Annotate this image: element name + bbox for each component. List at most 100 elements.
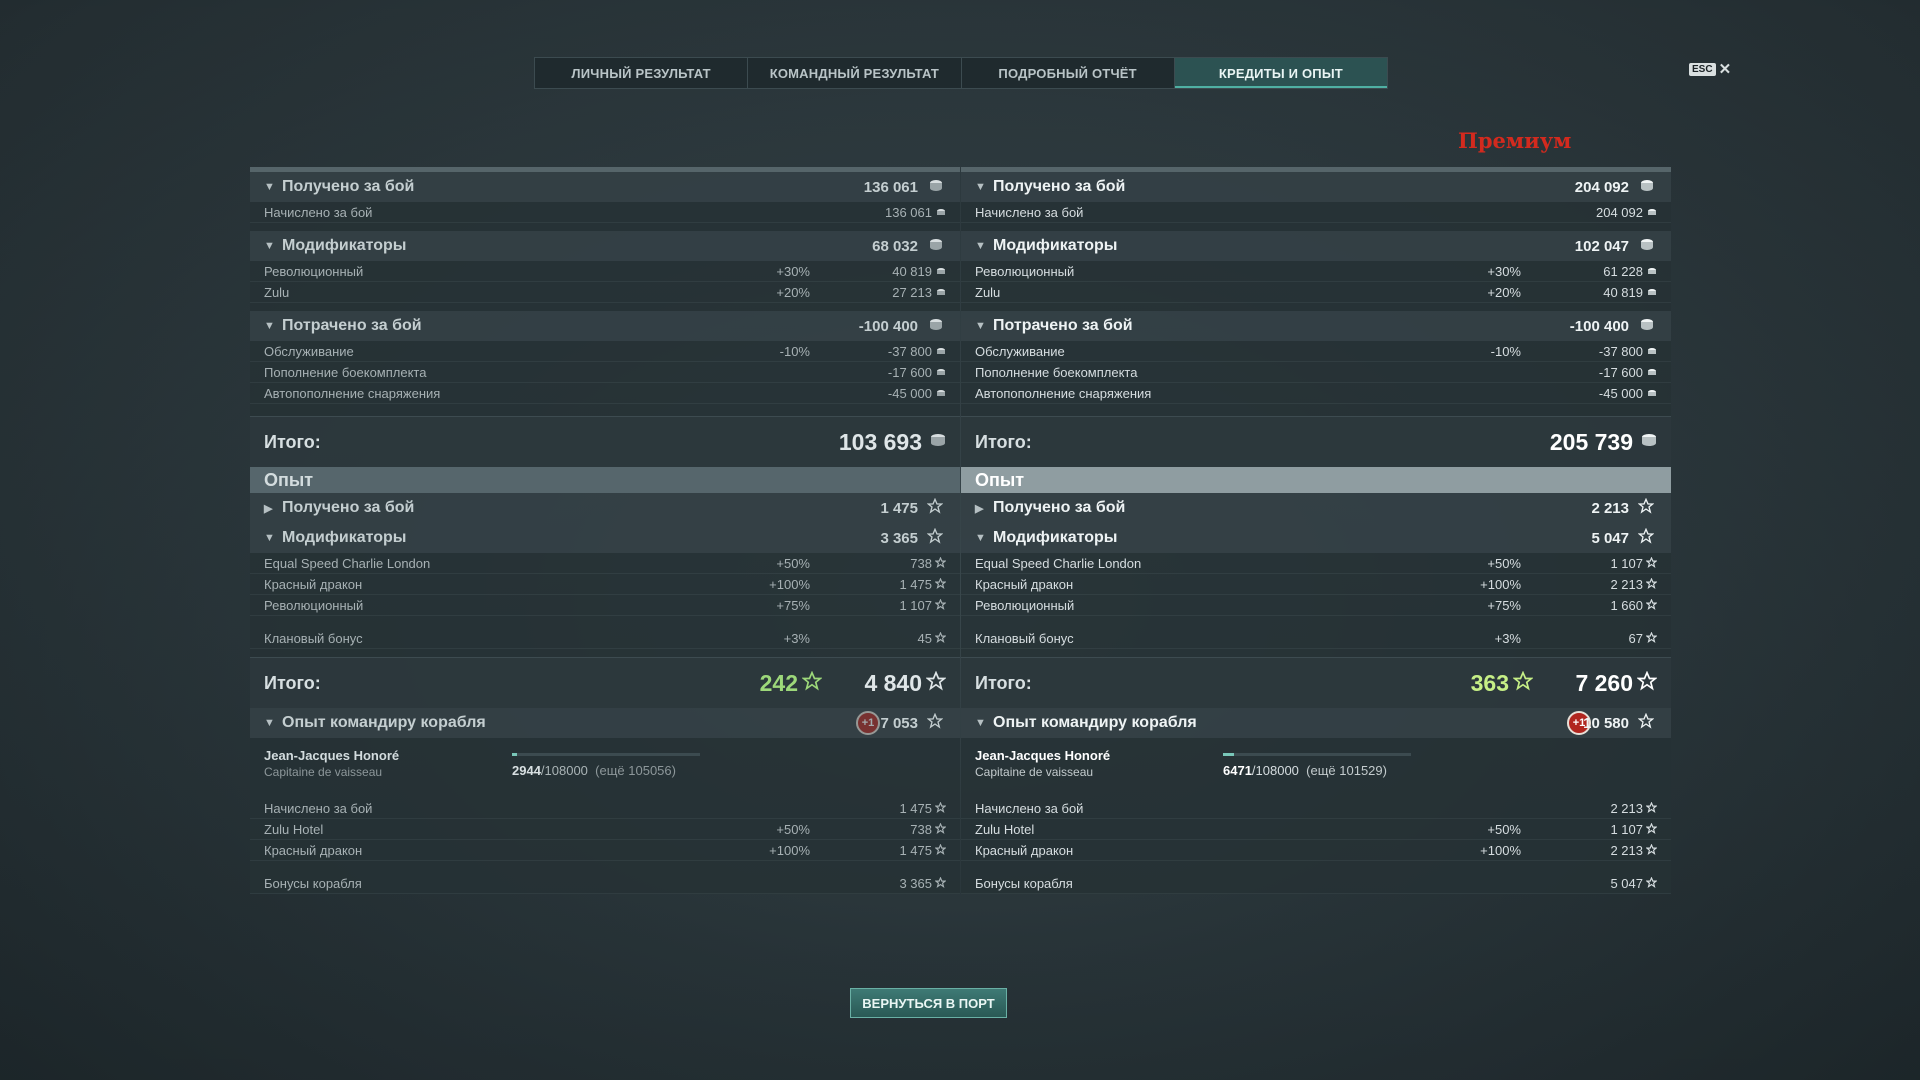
total-value: 7 260	[1575, 669, 1633, 696]
list-item: Красный дракон +100% 2 213	[961, 840, 1671, 861]
row-percent: +20%	[1487, 284, 1521, 300]
list-item: Начислено за бой 1 475	[250, 798, 960, 819]
section-value: 7 053	[880, 714, 918, 732]
credits-coin-icon	[1647, 285, 1657, 300]
credits-earned-header[interactable]: ▼ Получено за бой 204 092	[961, 172, 1671, 202]
credits-coin-icon	[1640, 317, 1654, 335]
row-value: 2 213	[1610, 576, 1643, 592]
star-icon	[934, 630, 947, 646]
list-item: Начислено за бой 204 092	[961, 202, 1671, 223]
row-percent: +50%	[776, 555, 810, 571]
section-value: 1 475	[880, 499, 918, 517]
row-value: 204 092	[1596, 204, 1643, 220]
expand-triangle-icon: ▶	[975, 502, 984, 515]
star-icon	[1645, 800, 1658, 816]
row-percent: +75%	[1487, 597, 1521, 613]
row-label: Красный дракон	[975, 842, 1074, 858]
star-icon	[934, 821, 947, 837]
section-label: Опыт командиру корабля	[993, 714, 1197, 731]
list-item: Красный дракон +100% 2 213	[961, 574, 1671, 595]
section-value: 10 580	[1583, 714, 1629, 732]
total-value: 205 739	[1549, 428, 1633, 455]
row-label: Zulu Hotel	[264, 821, 324, 837]
row-percent: +3%	[783, 630, 810, 646]
credits-coin-icon	[1647, 386, 1657, 401]
commander-xp-progress: 6471/108000 (ещё 101529)	[1223, 763, 1387, 778]
credits-coin-icon	[936, 365, 946, 380]
commander-xp-header[interactable]: ▼ Опыт командиру корабля +1 10 580	[961, 708, 1671, 738]
collapse-triangle-icon: ▼	[264, 181, 275, 193]
total-value: 4 840	[864, 669, 922, 696]
xp-earned-header[interactable]: ▶ Получено за бой 1 475	[250, 493, 960, 523]
credits-coin-icon	[1640, 237, 1654, 255]
section-value: 5 047	[1591, 529, 1629, 547]
list-item: Zulu Hotel +50% 738	[250, 819, 960, 840]
tab-personal-result[interactable]: ЛИЧНЫЙ РЕЗУЛЬТАТ	[535, 58, 749, 88]
star-icon	[934, 555, 947, 571]
collapse-triangle-icon: ▼	[975, 532, 986, 544]
row-value: 1 660	[1610, 597, 1643, 613]
row-percent: +50%	[1487, 821, 1521, 837]
section-value: 2 213	[1591, 499, 1629, 517]
star-icon	[926, 497, 944, 519]
star-icon	[1645, 842, 1658, 858]
credits-spent-header[interactable]: ▼ Потрачено за бой -100 400	[961, 311, 1671, 341]
row-percent: +100%	[769, 842, 810, 858]
star-icon	[926, 712, 944, 734]
row-percent: +50%	[1487, 555, 1521, 571]
section-label: Получено за бой	[993, 499, 1126, 516]
credits-modifiers-header[interactable]: ▼ Модификаторы 68 032	[250, 231, 960, 261]
return-to-port-button[interactable]: ВЕРНУТЬСЯ В ПОРТ	[850, 988, 1007, 1018]
credits-coin-icon	[929, 178, 943, 196]
list-item: Пополнение боекомплекта -17 600	[250, 362, 960, 383]
row-value: 5 047	[1610, 875, 1643, 891]
credits-total: Итого: 205 739	[961, 416, 1671, 467]
star-icon	[1645, 821, 1658, 837]
list-item: Революционный +30% 40 819	[250, 261, 960, 282]
list-item: Обслуживание -10% -37 800	[961, 341, 1671, 362]
tab-team-result[interactable]: КОМАНДНЫЙ РЕЗУЛЬТАТ	[748, 58, 962, 88]
tab-detailed-report[interactable]: ПОДРОБНЫЙ ОТЧЁТ	[962, 58, 1175, 88]
close-button[interactable]: ESC ✕	[1689, 62, 1731, 77]
section-label: Потрачено за бой	[993, 317, 1133, 334]
row-label: Пополнение боекомплекта	[264, 364, 427, 380]
section-label: Получено за бой	[282, 499, 415, 516]
xp-modifiers-header[interactable]: ▼ Модификаторы 5 047	[961, 523, 1671, 553]
free-xp-star-icon	[1512, 670, 1534, 696]
credits-coin-icon	[1641, 433, 1657, 452]
section-value: 3 365	[880, 529, 918, 547]
star-icon	[1637, 712, 1655, 734]
xp-total: Итого: 363 7 260	[961, 657, 1671, 708]
commander-xp-header[interactable]: ▼ Опыт командиру корабля +1 7 053	[250, 708, 960, 738]
tab-credits-and-xp[interactable]: КРЕДИТЫ И ОПЫТ	[1174, 58, 1387, 88]
credits-spent-header[interactable]: ▼ Потрачено за бой -100 400	[250, 311, 960, 341]
xp-modifiers-header[interactable]: ▼ Модификаторы 3 365	[250, 523, 960, 553]
star-icon	[934, 576, 947, 592]
star-icon	[934, 597, 947, 613]
star-icon	[934, 875, 947, 891]
credits-modifiers-header[interactable]: ▼ Модификаторы 102 047	[961, 231, 1671, 261]
commander-progress-bar	[512, 753, 700, 756]
expand-triangle-icon: ▶	[264, 502, 273, 515]
star-icon	[925, 670, 947, 696]
row-value: 2 213	[1610, 800, 1643, 816]
row-label: Пополнение боекомплекта	[975, 364, 1138, 380]
credits-earned-header[interactable]: ▼ Получено за бой 136 061	[250, 172, 960, 202]
skill-point-badge: +1	[856, 711, 880, 735]
row-percent: +75%	[776, 597, 810, 613]
total-value: 103 693	[838, 428, 922, 455]
list-item: Zulu +20% 40 819	[961, 282, 1671, 303]
xp-earned-header[interactable]: ▶ Получено за бой 2 213	[961, 493, 1671, 523]
clan-bonus-row: Клановый бонус +3% 45	[250, 628, 960, 649]
commander-name: Jean-Jacques Honoré	[264, 748, 400, 763]
list-item: Революционный +30% 61 228	[961, 261, 1671, 282]
credits-coin-icon	[929, 317, 943, 335]
row-percent: +100%	[1480, 576, 1521, 592]
collapse-triangle-icon: ▼	[975, 181, 986, 193]
credits-coin-icon	[936, 205, 946, 220]
row-value: -37 800	[1598, 343, 1643, 359]
commander-rank: Capitaine de vaisseau	[975, 765, 1094, 779]
section-label: Модификаторы	[993, 529, 1118, 546]
list-item: Пополнение боекомплекта -17 600	[961, 362, 1671, 383]
row-label: Обслуживание	[975, 343, 1065, 359]
